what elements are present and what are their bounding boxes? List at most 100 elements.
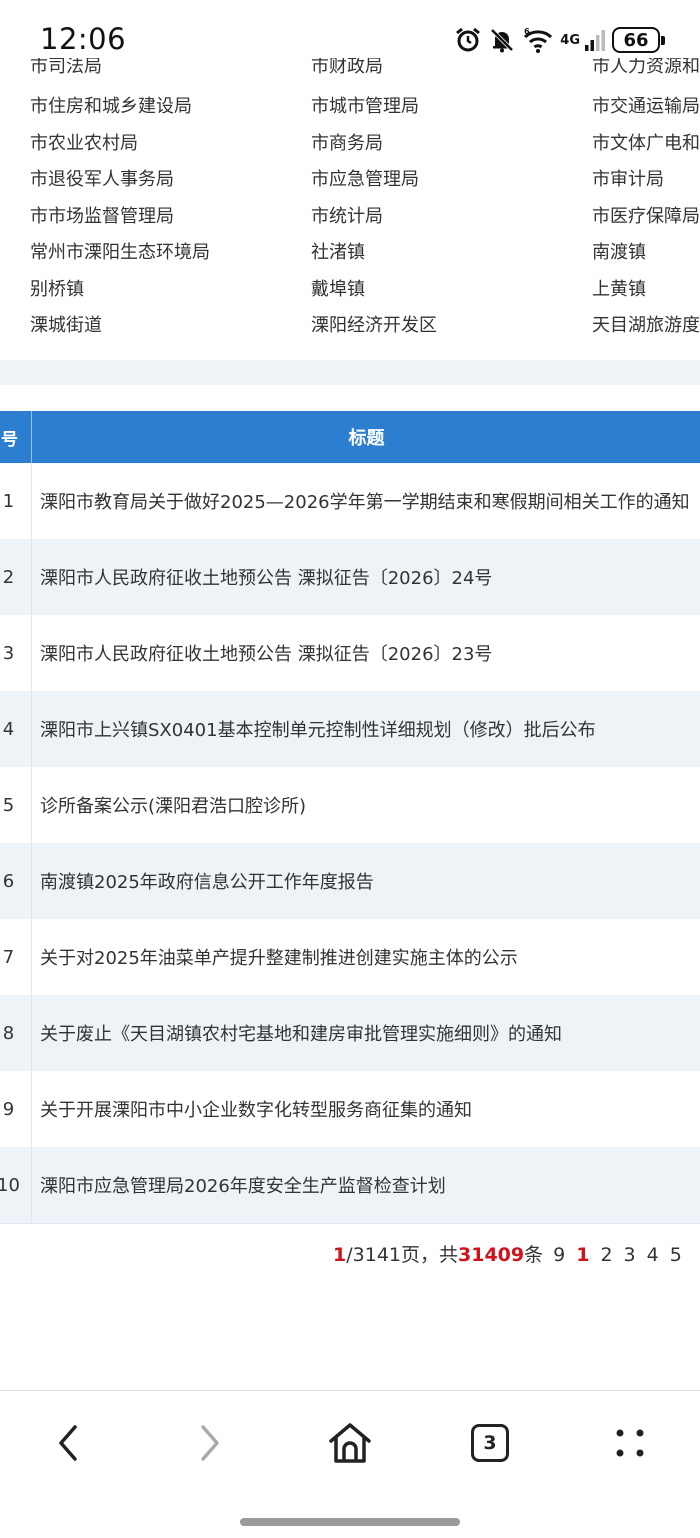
- department-link[interactable]: 市文体广电和: [592, 129, 700, 155]
- table-row: 7 关于对2025年油菜单产提升整建制推进创建实施主体的公示: [0, 919, 700, 995]
- home-button[interactable]: [320, 1415, 380, 1471]
- article-link[interactable]: 溧阳市人民政府征收土地预公告 溧拟征告〔2026〕24号: [40, 564, 492, 590]
- menu-button[interactable]: [600, 1415, 660, 1471]
- department-link[interactable]: 市城市管理局: [311, 92, 419, 118]
- department-row: 市市场监督管理局 市统计局 市医疗保障局: [0, 202, 700, 238]
- article-table: 号 标题 1 溧阳市教育局关于做好2025—2026学年第一学期结束和寒假期间相…: [0, 411, 700, 1224]
- table-row: 1 溧阳市教育局关于做好2025—2026学年第一学期结束和寒假期间相关工作的通…: [0, 463, 700, 539]
- row-number: 3: [0, 615, 32, 691]
- department-link[interactable]: 社渚镇: [311, 238, 365, 264]
- home-indicator-bar[interactable]: [240, 1518, 460, 1526]
- tabs-icon: 3: [471, 1424, 509, 1462]
- total-records: 31409: [458, 1244, 525, 1266]
- current-page-number: 1: [333, 1244, 347, 1266]
- page-link[interactable]: 9: [553, 1244, 565, 1266]
- department-link[interactable]: 市审计局: [592, 165, 664, 191]
- row-number: 8: [0, 995, 32, 1071]
- table-bottom-border: [0, 1223, 700, 1224]
- department-link[interactable]: 溧阳经济开发区: [311, 311, 437, 337]
- column-header-number: 号: [0, 411, 32, 463]
- article-link[interactable]: 诊所备案公示(溧阳君浩口腔诊所): [40, 792, 306, 818]
- back-arrow-icon: [59, 1425, 77, 1461]
- department-link[interactable]: 市农业农村局: [30, 129, 138, 155]
- table-row: 6 南渡镇2025年政府信息公开工作年度报告: [0, 843, 700, 919]
- status-icons: 6 4G 66: [454, 24, 665, 56]
- row-number: 6: [0, 843, 32, 919]
- section-divider: [0, 360, 700, 385]
- battery-icon: 66: [612, 27, 665, 53]
- menu-dots-icon: [616, 1429, 644, 1457]
- article-link[interactable]: 溧阳市教育局关于做好2025—2026学年第一学期结束和寒假期间相关工作的通知: [40, 488, 690, 514]
- column-header-title: 标题: [348, 428, 385, 449]
- department-link[interactable]: 南渡镇: [592, 238, 646, 264]
- article-link[interactable]: 溧阳市应急管理局2026年度安全生产监督检查计划: [40, 1172, 446, 1198]
- table-row: 3 溧阳市人民政府征收土地预公告 溧拟征告〔2026〕23号: [0, 615, 700, 691]
- article-link[interactable]: 关于对2025年油菜单产提升整建制推进创建实施主体的公示: [40, 944, 518, 970]
- page-link[interactable]: 4: [647, 1244, 659, 1266]
- row-number: 7: [0, 919, 32, 995]
- department-row: 溧城街道 溧阳经济开发区 天目湖旅游度: [0, 311, 700, 347]
- department-link[interactable]: 戴埠镇: [311, 275, 365, 301]
- department-link[interactable]: 天目湖旅游度: [592, 311, 700, 337]
- signal-icon: [584, 27, 606, 53]
- mute-bell-icon: [488, 26, 516, 54]
- department-row: 市退役军人事务局 市应急管理局 市审计局: [0, 165, 700, 201]
- alarm-icon: [454, 26, 482, 54]
- row-number: 5: [0, 767, 32, 843]
- row-number: 1: [0, 463, 32, 539]
- department-link[interactable]: 市财政局: [311, 58, 383, 78]
- row-number: 2: [0, 539, 32, 615]
- forward-button[interactable]: [180, 1415, 240, 1471]
- department-row: 市住房和城乡建设局 市城市管理局 市交通运输局: [0, 92, 700, 128]
- tabs-button[interactable]: 3: [460, 1415, 520, 1471]
- department-links: 市司法局 市财政局 市人力资源和 市住房和城乡建设局 市城市管理局 市交通运输局…: [0, 58, 700, 360]
- department-link[interactable]: 市司法局: [30, 58, 102, 78]
- status-time: 12:06: [40, 22, 127, 56]
- department-link[interactable]: 上黄镇: [592, 275, 646, 301]
- department-link[interactable]: 常州市溧阳生态环境局: [30, 238, 210, 264]
- home-icon: [329, 1423, 371, 1463]
- wifi-icon: 6: [522, 26, 554, 54]
- department-row: 市农业农村局 市商务局 市文体广电和: [0, 129, 700, 165]
- article-link[interactable]: 南渡镇2025年政府信息公开工作年度报告: [40, 868, 374, 894]
- network-type-label: 4G: [560, 32, 580, 48]
- back-button[interactable]: [38, 1415, 98, 1471]
- records-suffix: 条: [524, 1244, 544, 1266]
- department-link[interactable]: 别桥镇: [30, 275, 84, 301]
- department-link[interactable]: 市商务局: [311, 129, 383, 155]
- department-row: 别桥镇 戴埠镇 上黄镇: [0, 275, 700, 311]
- department-row-partial: 市司法局 市财政局 市人力资源和: [0, 58, 700, 88]
- page-link[interactable]: 5: [670, 1244, 682, 1266]
- article-link[interactable]: 溧阳市人民政府征收土地预公告 溧拟征告〔2026〕23号: [40, 640, 492, 666]
- department-link[interactable]: 市退役军人事务局: [30, 165, 174, 191]
- article-link[interactable]: 关于开展溧阳市中小企业数字化转型服务商征集的通知: [40, 1096, 472, 1122]
- page-link[interactable]: 3: [624, 1244, 636, 1266]
- department-link[interactable]: 溧城街道: [30, 311, 102, 337]
- article-link[interactable]: 关于废止《天目湖镇农村宅基地和建房审批管理实施细则》的通知: [40, 1020, 562, 1046]
- table-header: 号 标题: [0, 411, 700, 463]
- row-number: 10: [0, 1147, 32, 1223]
- article-link[interactable]: 溧阳市上兴镇SX0401基本控制单元控制性详细规划（修改）批后公布: [40, 716, 596, 742]
- pagination: 1 /3141页，共 31409 条 9 1 2 3 4 5: [333, 1240, 682, 1267]
- department-link[interactable]: 市统计局: [311, 202, 383, 228]
- department-link[interactable]: 市医疗保障局: [592, 202, 700, 228]
- total-pages-text: /3141页，共: [346, 1244, 458, 1266]
- page-link[interactable]: 2: [600, 1244, 612, 1266]
- table-row: 8 关于废止《天目湖镇农村宅基地和建房审批管理实施细则》的通知: [0, 995, 700, 1071]
- department-link[interactable]: 市人力资源和: [592, 58, 700, 78]
- department-row: 常州市溧阳生态环境局 社渚镇 南渡镇: [0, 238, 700, 274]
- table-row: 9 关于开展溧阳市中小企业数字化转型服务商征集的通知: [0, 1071, 700, 1147]
- browser-bottom-nav: 3: [0, 1390, 700, 1538]
- table-row: 10 溧阳市应急管理局2026年度安全生产监督检查计划: [0, 1147, 700, 1223]
- table-row: 5 诊所备案公示(溧阳君浩口腔诊所): [0, 767, 700, 843]
- row-number: 9: [0, 1071, 32, 1147]
- department-link[interactable]: 市应急管理局: [311, 165, 419, 191]
- svg-text:6: 6: [524, 27, 530, 36]
- forward-arrow-icon: [201, 1425, 219, 1461]
- table-row: 4 溧阳市上兴镇SX0401基本控制单元控制性详细规划（修改）批后公布: [0, 691, 700, 767]
- department-link[interactable]: 市市场监督管理局: [30, 202, 174, 228]
- row-number: 4: [0, 691, 32, 767]
- department-link[interactable]: 市住房和城乡建设局: [30, 92, 192, 118]
- department-link[interactable]: 市交通运输局: [592, 92, 700, 118]
- page-link-current[interactable]: 1: [576, 1244, 589, 1266]
